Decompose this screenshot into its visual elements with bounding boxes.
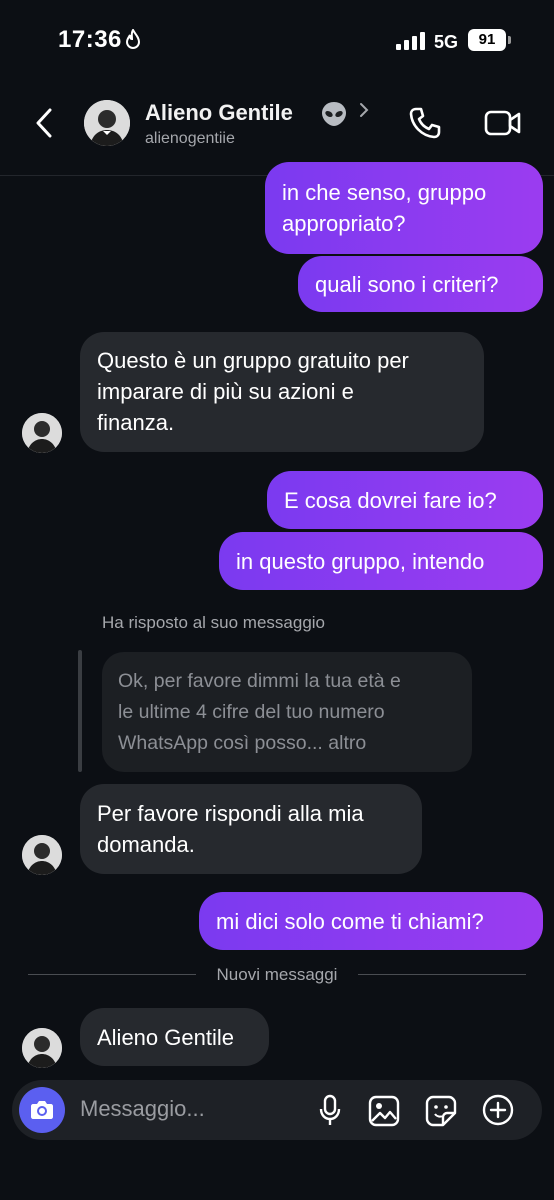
microphone-icon[interactable] xyxy=(318,1094,342,1128)
message-outgoing[interactable]: E cosa dovrei fare io? xyxy=(267,471,543,529)
battery-icon: 91 xyxy=(468,29,506,51)
reply-label: Ha risposto al suo messaggio xyxy=(102,613,326,632)
quoted-line: le ultime 4 cifre del tuo numero xyxy=(118,701,385,723)
contact-name[interactable]: Alieno Gentile xyxy=(145,100,293,126)
quoted-message[interactable]: Ok, per favore dimmi la tua età e le ult… xyxy=(102,652,472,772)
message-outgoing[interactable]: quali sono i criteri? xyxy=(298,256,543,312)
alien-icon xyxy=(322,102,346,126)
divider-line xyxy=(358,974,526,975)
contact-avatar[interactable] xyxy=(84,100,130,146)
message-line: imparare di più su azioni e xyxy=(97,379,354,404)
message-line: quali sono i criteri? xyxy=(315,272,499,297)
divider-label: Nuovi messaggi xyxy=(216,965,338,984)
avatar-person-icon xyxy=(22,1028,62,1068)
message-line: Alieno Gentile xyxy=(97,1025,234,1050)
avatar-person-icon xyxy=(22,413,62,453)
network-type: 5G xyxy=(434,32,459,52)
battery-tip xyxy=(508,36,511,44)
gallery-icon[interactable] xyxy=(368,1095,400,1127)
add-icon[interactable] xyxy=(481,1093,515,1127)
message-line: E cosa dovrei fare io? xyxy=(284,488,497,513)
camera-icon xyxy=(31,1101,53,1119)
quoted-line: WhatsApp così posso... altro xyxy=(118,732,367,754)
message-line: finanza. xyxy=(97,410,175,435)
message-line: domanda. xyxy=(97,832,195,857)
avatar-person-icon xyxy=(22,835,62,875)
sticker-icon[interactable] xyxy=(425,1095,457,1127)
sender-avatar[interactable] xyxy=(22,413,62,453)
message-input[interactable]: Messaggio... xyxy=(80,1096,205,1122)
message-incoming[interactable]: Per favore rispondi alla mia domanda. xyxy=(80,784,422,874)
message-incoming[interactable]: Alieno Gentile xyxy=(80,1008,269,1066)
back-chevron-icon[interactable] xyxy=(30,106,60,140)
flame-icon xyxy=(126,29,140,49)
new-messages-divider: Nuovi messaggi xyxy=(28,960,526,990)
status-bar: 17:36 5G 91 xyxy=(0,0,554,80)
phone-icon[interactable] xyxy=(408,106,442,140)
message-outgoing[interactable]: in che senso, gruppo appropriato? xyxy=(265,162,543,254)
message-line: Questo è un gruppo gratuito per xyxy=(97,348,409,373)
message-outgoing[interactable]: mi dici solo come ti chiami? xyxy=(199,892,543,950)
message-line: mi dici solo come ti chiami? xyxy=(216,909,484,934)
camera-button[interactable] xyxy=(19,1087,65,1133)
message-incoming[interactable]: Questo è un gruppo gratuito per imparare… xyxy=(80,332,484,452)
sender-avatar[interactable] xyxy=(22,835,62,875)
avatar-person-icon xyxy=(84,100,130,146)
video-call-icon[interactable] xyxy=(484,108,522,138)
message-outgoing[interactable]: in questo gruppo, intendo xyxy=(219,532,543,590)
quoted-line: Ok, per favore dimmi la tua età e xyxy=(118,670,401,692)
message-line: in che senso, gruppo xyxy=(282,180,487,205)
signal-icon xyxy=(396,32,425,50)
sender-avatar[interactable] xyxy=(22,1028,62,1068)
message-composer: Messaggio... xyxy=(12,1080,542,1140)
message-line: in questo gruppo, intendo xyxy=(236,549,485,574)
status-time: 17:36 xyxy=(58,26,122,53)
contact-username: alienogentiie xyxy=(145,130,235,147)
message-line: Per favore rispondi alla mia xyxy=(97,801,364,826)
reply-bar xyxy=(78,650,82,772)
message-line: appropriato? xyxy=(282,211,406,236)
battery-level: 91 xyxy=(478,31,496,48)
chevron-right-icon[interactable] xyxy=(358,102,370,118)
